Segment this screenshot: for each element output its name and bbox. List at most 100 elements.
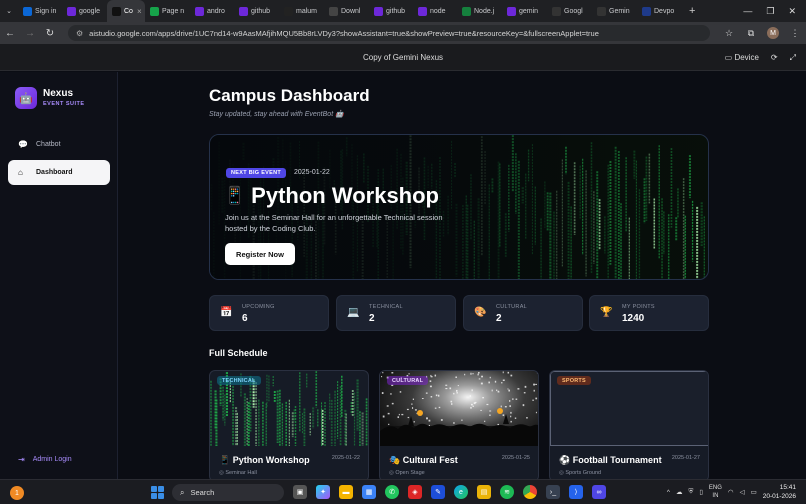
featured-event-banner: NEXT BIG EVENT 2025-01-22 📱 Python Works… xyxy=(209,134,709,280)
task-view-icon[interactable]: ▣ xyxy=(293,485,307,499)
main-content: Campus Dashboard Stay updated, stay ahea… xyxy=(118,72,806,479)
event-tag: SPORTS xyxy=(557,376,591,385)
shield-icon[interactable]: ⛨ xyxy=(688,488,693,496)
windows-start-icon[interactable] xyxy=(151,486,164,499)
sidebar-item-dashboard[interactable]: ⌂ Dashboard xyxy=(8,160,110,185)
reload-icon[interactable]: ↻ xyxy=(40,28,60,39)
close-tab-icon[interactable]: × xyxy=(137,7,142,16)
event-tag: TECHNICAL xyxy=(217,376,261,385)
ink-app-icon[interactable]: ✎ xyxy=(431,485,445,499)
browser-tab[interactable]: google xyxy=(62,0,107,22)
close-window-icon[interactable]: ✕ xyxy=(788,6,796,17)
site-info-icon[interactable]: ⚙ xyxy=(76,29,83,38)
fullscreen-icon[interactable]: ⤢ xyxy=(790,53,796,63)
refresh-icon[interactable]: ⟳ xyxy=(771,53,778,62)
browser-tab[interactable]: node xyxy=(413,0,457,22)
admin-login-link[interactable]: ⇥ Admin Login xyxy=(8,450,72,468)
pin-icon: ◎ xyxy=(389,470,394,476)
event-date: 2025-01-22 xyxy=(331,455,360,461)
file-explorer-icon[interactable]: ▬ xyxy=(339,485,353,499)
robot-logo-icon: 🤖 xyxy=(15,87,37,109)
chevron-up-icon[interactable]: ^ xyxy=(667,489,670,496)
browser-menu-icon[interactable]: ⋮ xyxy=(784,28,806,39)
bookmark-star-icon[interactable]: ☆ xyxy=(718,28,740,39)
register-now-button[interactable]: Register Now xyxy=(225,243,295,265)
terminal-icon[interactable]: ›_ xyxy=(546,485,560,499)
browser-tab[interactable]: malum xyxy=(279,0,324,22)
browser-tab[interactable]: github xyxy=(234,0,279,22)
forward-icon[interactable]: → xyxy=(20,28,40,39)
browser-tab[interactable]: github xyxy=(369,0,413,22)
store-icon[interactable]: ▦ xyxy=(362,485,376,499)
tab-label: Sign in xyxy=(35,7,57,15)
chrome-icon[interactable] xyxy=(523,485,537,499)
vs-icon[interactable]: ∞ xyxy=(592,485,606,499)
phone-emoji-icon: 📱 xyxy=(219,455,231,465)
cloud-icon[interactable]: ☁ xyxy=(676,488,683,496)
tab-menu-button[interactable]: ⌄ xyxy=(0,0,18,22)
event-location: ◎ Seminar Hall xyxy=(219,470,257,476)
tab-label: Co xyxy=(124,7,133,15)
restore-icon[interactable]: ❐ xyxy=(766,6,774,17)
app-title: Copy of Gemini Nexus xyxy=(362,52,444,62)
vscode-icon[interactable]: ⟩ xyxy=(569,485,583,499)
chevron-down-icon: ⌄ xyxy=(6,8,12,15)
back-icon[interactable]: ← xyxy=(0,28,20,39)
copilot-icon[interactable]: ✦ xyxy=(316,485,330,499)
tab-label: Gemin xyxy=(609,7,630,15)
browser-tab[interactable]: Page n xyxy=(145,0,190,22)
os-taskbar: 1 ⌕ Search ▣ ✦ ▬ ▦ ✆ ◈ ✎ e ▤ ≋ ›_ ⟩ ∞ ^ … xyxy=(0,479,806,504)
browser-tab[interactable]: Downl xyxy=(324,0,369,22)
event-card-football-tournament[interactable]: SPORTS ⚽ Football Tournament 2025-01-27 … xyxy=(549,370,709,479)
masks-emoji-icon: 🎭 xyxy=(389,455,401,465)
url-field[interactable]: ⚙ aistudio.google.com/apps/drive/1UC7nd1… xyxy=(68,25,710,41)
studio-header: Copy of Gemini Nexus ▭ Device ⟳ ⤢ xyxy=(0,44,806,71)
browser-tab[interactable]: andro xyxy=(190,0,234,22)
weather-widget-icon[interactable]: 1 xyxy=(10,486,24,500)
browser-tab[interactable]: Devpo xyxy=(637,0,683,22)
browser-tab[interactable]: gemin xyxy=(502,0,547,22)
pin-icon: ◎ xyxy=(219,470,224,476)
event-card-python-workshop[interactable]: TECHNICAL 📱 Python Workshop 2025-01-22 ◎… xyxy=(209,370,369,479)
clock[interactable]: 15:41 20-01-2026 xyxy=(763,483,796,501)
security-app-icon[interactable]: ◈ xyxy=(408,485,422,499)
edge-icon[interactable]: e xyxy=(454,485,468,499)
hero-date: 2025-01-22 xyxy=(294,169,330,176)
volume-icon[interactable]: ◁ xyxy=(740,488,745,496)
battery-icon[interactable]: ▭ xyxy=(751,488,757,496)
event-card-cultural-fest[interactable]: CULTURAL 🎭 Cultural Fest 2025-01-25 ◎ Op… xyxy=(379,370,539,479)
extensions-icon[interactable]: ⧉ xyxy=(740,28,762,39)
browser-tab-strip: ⌄ Sign in google Co × Page n andro github malum… xyxy=(0,0,806,22)
event-title: 📱 Python Workshop xyxy=(219,455,310,465)
spotify-icon[interactable]: ≋ xyxy=(500,485,514,499)
browser-tab[interactable]: Co × xyxy=(107,0,145,22)
phind-icon xyxy=(418,6,427,16)
browser-tab[interactable]: Node.j xyxy=(457,0,502,22)
laptop-icon: 💻 xyxy=(347,307,360,318)
new-tab-button[interactable]: + xyxy=(683,5,701,17)
ball-emoji-icon: ⚽ xyxy=(559,455,571,465)
phone-link-icon[interactable]: ▯ xyxy=(699,488,703,496)
notes-icon[interactable]: ▤ xyxy=(477,485,491,499)
wifi-icon[interactable]: ◠ xyxy=(728,488,734,496)
language-indicator[interactable]: ENG IN xyxy=(709,484,722,500)
hero-description: Join us at the Seminar Hall for an unfor… xyxy=(225,213,443,233)
trophy-icon: 🏆 xyxy=(600,307,613,318)
tab-label: Devpo xyxy=(654,7,675,15)
browser-tab[interactable]: Googl xyxy=(547,0,592,22)
browser-tab[interactable]: Sign in xyxy=(18,0,62,22)
phind-icon xyxy=(195,6,204,16)
hero-title: 📱 Python Workshop xyxy=(224,183,439,208)
profile-avatar[interactable]: M xyxy=(762,27,784,40)
event-title: 🎭 Cultural Fest xyxy=(389,455,458,465)
whatsapp-icon[interactable]: ✆ xyxy=(385,485,399,499)
taskbar-search[interactable]: ⌕ Search xyxy=(172,484,284,501)
browser-tab[interactable]: Gemin xyxy=(592,0,637,22)
tab-label: Googl xyxy=(564,7,583,15)
sidebar-item-chatbot[interactable]: 💬 Chatbot xyxy=(8,132,110,157)
phind-icon xyxy=(507,6,516,16)
phone-emoji-icon: 📱 xyxy=(224,186,246,205)
minimize-icon[interactable]: — xyxy=(743,6,752,17)
stat-cultural: 🎨 CULTURAL 2 xyxy=(463,295,583,331)
device-button[interactable]: ▭ Device xyxy=(725,53,759,62)
